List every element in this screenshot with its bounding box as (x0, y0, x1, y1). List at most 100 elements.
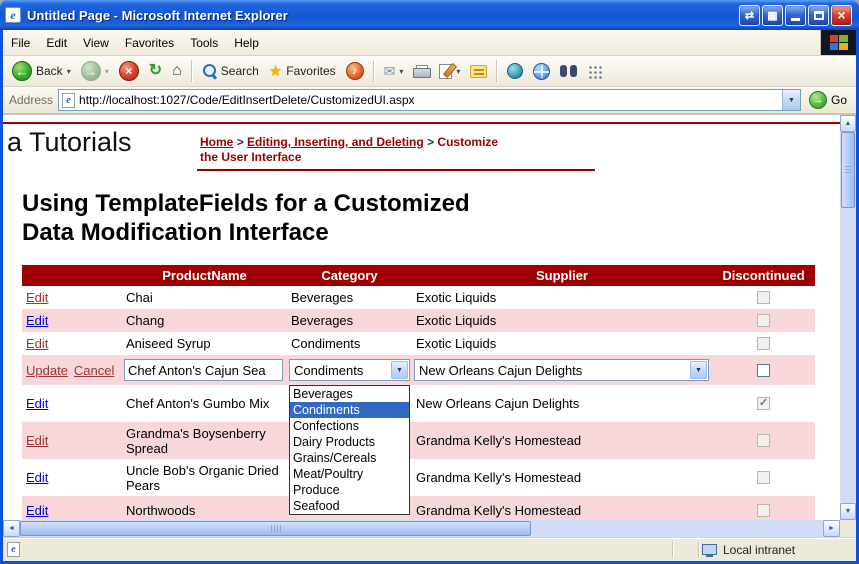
discontinued-checkbox[interactable]: ✓ (757, 364, 770, 377)
dropdown-option[interactable]: Dairy Products (290, 434, 409, 450)
table-row: Edit Chang Beverages Exotic Liquids ✓ (22, 309, 815, 332)
edit-link[interactable]: Edit (26, 503, 48, 518)
messenger-icon (507, 63, 523, 79)
supplier-cell: Exotic Liquids (412, 309, 712, 332)
menu-file[interactable]: File (3, 30, 38, 55)
forward-icon: → (81, 61, 101, 81)
titlebar: e Untitled Page - Microsoft Internet Exp… (0, 0, 859, 30)
stop-icon: × (119, 61, 139, 81)
table-row: Edit Uncle Bob's Organic Dried Pears Gra… (22, 459, 815, 496)
refresh-button[interactable]: ↻ (145, 61, 166, 81)
dropdown-option[interactable]: Produce (290, 482, 409, 498)
category-select[interactable]: Condiments ▼ (289, 359, 410, 381)
supplier-select[interactable]: New Orleans Cajun Delights ▼ (414, 359, 709, 381)
home-button[interactable]: ⌂ (168, 61, 186, 81)
discontinued-checkbox: ✓ (757, 471, 770, 484)
scroll-right-icon: ► (828, 525, 835, 532)
discontinued-checkbox: ✓ (757, 434, 770, 447)
discuss-button[interactable] (466, 63, 491, 80)
vertical-scrollbar[interactable]: ▲ ▼ (840, 115, 856, 520)
chevron-down-icon: ▾ (67, 67, 71, 76)
media-button[interactable]: ♪ (342, 60, 368, 82)
horizontal-scrollbar[interactable]: ◄ ► (3, 520, 840, 537)
update-link[interactable]: Update (26, 363, 68, 378)
breadcrumb-section-link[interactable]: Editing, Inserting, and Deleting (247, 135, 424, 149)
page-icon: e (62, 93, 75, 108)
header-rule-top (3, 122, 840, 124)
edit-link[interactable]: Edit (26, 313, 48, 328)
dropdown-option[interactable]: Grains/Cereals (290, 450, 409, 466)
titlebar-extra-button-1[interactable]: ⇄ (739, 5, 760, 26)
address-dropdown-button[interactable]: ▼ (782, 90, 800, 110)
edit-link[interactable]: Edit (26, 433, 48, 448)
edit-link[interactable]: Edit (26, 336, 48, 351)
scroll-down-button[interactable]: ▼ (840, 503, 856, 520)
supplier-cell: Grandma Kelly's Homestead (412, 496, 712, 520)
windows-logo (820, 30, 856, 55)
dropdown-option[interactable]: Meat/Poultry (290, 466, 409, 482)
edit-link[interactable]: Edit (26, 290, 48, 305)
menu-help[interactable]: Help (226, 30, 267, 55)
stop-button[interactable]: × (115, 59, 143, 83)
scroll-left-button[interactable]: ◄ (3, 520, 20, 537)
edit-link[interactable]: Edit (26, 470, 48, 485)
combo-arrow-button[interactable]: ▼ (690, 361, 707, 379)
scroll-up-button[interactable]: ▲ (840, 115, 856, 132)
search-button[interactable]: Search (198, 62, 263, 81)
table-row: Edit Grandma's Boysenberry Spread Grandm… (22, 422, 815, 459)
breadcrumb-home-link[interactable]: Home (200, 135, 233, 149)
chevron-down-icon: ▾ (456, 67, 460, 76)
cancel-link[interactable]: Cancel (74, 363, 114, 378)
panel-icon: ▦ (767, 9, 777, 22)
breadcrumb: Home > Editing, Inserting, and Deleting … (200, 135, 580, 165)
titlebar-extra-button-2[interactable]: ▦ (762, 5, 783, 26)
scroll-right-button[interactable]: ► (823, 520, 840, 537)
table-header-row: ProductName Category Supplier Discontinu… (22, 265, 815, 286)
horizontal-scroll-thumb[interactable] (20, 521, 531, 536)
browser-content: a Tutorials Home > Editing, Inserting, a… (3, 115, 856, 537)
dropdown-option[interactable]: Confections (290, 418, 409, 434)
mail-button[interactable]: ✉ ▾ (380, 62, 408, 80)
edit-link[interactable]: Edit (26, 396, 48, 411)
security-zone: Local intranet (702, 543, 852, 557)
dropdown-option[interactable]: Seafood (290, 498, 409, 514)
chevron-down-icon: ▼ (788, 97, 795, 104)
search-icon (202, 64, 217, 79)
maximize-button[interactable] (808, 5, 829, 26)
category-cell: Beverages (287, 286, 412, 309)
menu-edit[interactable]: Edit (38, 30, 75, 55)
address-input[interactable]: e http://localhost:1027/Code/EditInsertD… (58, 89, 801, 111)
go-icon: → (809, 91, 827, 109)
forward-button[interactable]: → ▾ (77, 59, 113, 83)
dropdown-option-selected[interactable]: Condiments (290, 402, 409, 418)
tiles-button[interactable] (583, 62, 606, 81)
world-button[interactable] (529, 61, 554, 82)
category-cell: Beverages (287, 309, 412, 332)
menu-view[interactable]: View (75, 30, 117, 55)
combo-arrow-button[interactable]: ▼ (391, 361, 408, 379)
edit-pencil-icon (439, 64, 452, 79)
menu-tools[interactable]: Tools (182, 30, 226, 55)
back-button[interactable]: ← Back ▾ (8, 59, 75, 83)
favorites-button[interactable]: ★ Favorites (265, 62, 340, 81)
discontinued-checkbox: ✓ (757, 504, 770, 517)
product-cell: Grandma's Boysenberry Spread (122, 422, 287, 459)
print-button[interactable] (409, 63, 433, 80)
vertical-scroll-thumb[interactable] (841, 132, 855, 208)
mail-icon: ✉ (384, 64, 396, 78)
dropdown-option[interactable]: Beverages (290, 386, 409, 402)
minimize-button[interactable] (785, 5, 806, 26)
status-bar: e Local intranet (3, 537, 856, 561)
menu-favorites[interactable]: Favorites (117, 30, 182, 55)
close-button[interactable]: × (831, 5, 852, 26)
media-icon: ♪ (346, 62, 364, 80)
toolbar-separator (496, 60, 498, 82)
product-cell: Aniseed Syrup (122, 332, 287, 355)
document-icon: e (7, 542, 20, 557)
edit-page-button[interactable]: ▾ (435, 62, 464, 81)
go-button[interactable]: → Go (806, 91, 850, 109)
messenger-button[interactable] (503, 61, 527, 81)
research-button[interactable] (556, 63, 581, 79)
product-name-input[interactable]: Chef Anton's Cajun Sea (124, 359, 283, 381)
page-title-line2: Data Modification Interface (22, 218, 470, 247)
